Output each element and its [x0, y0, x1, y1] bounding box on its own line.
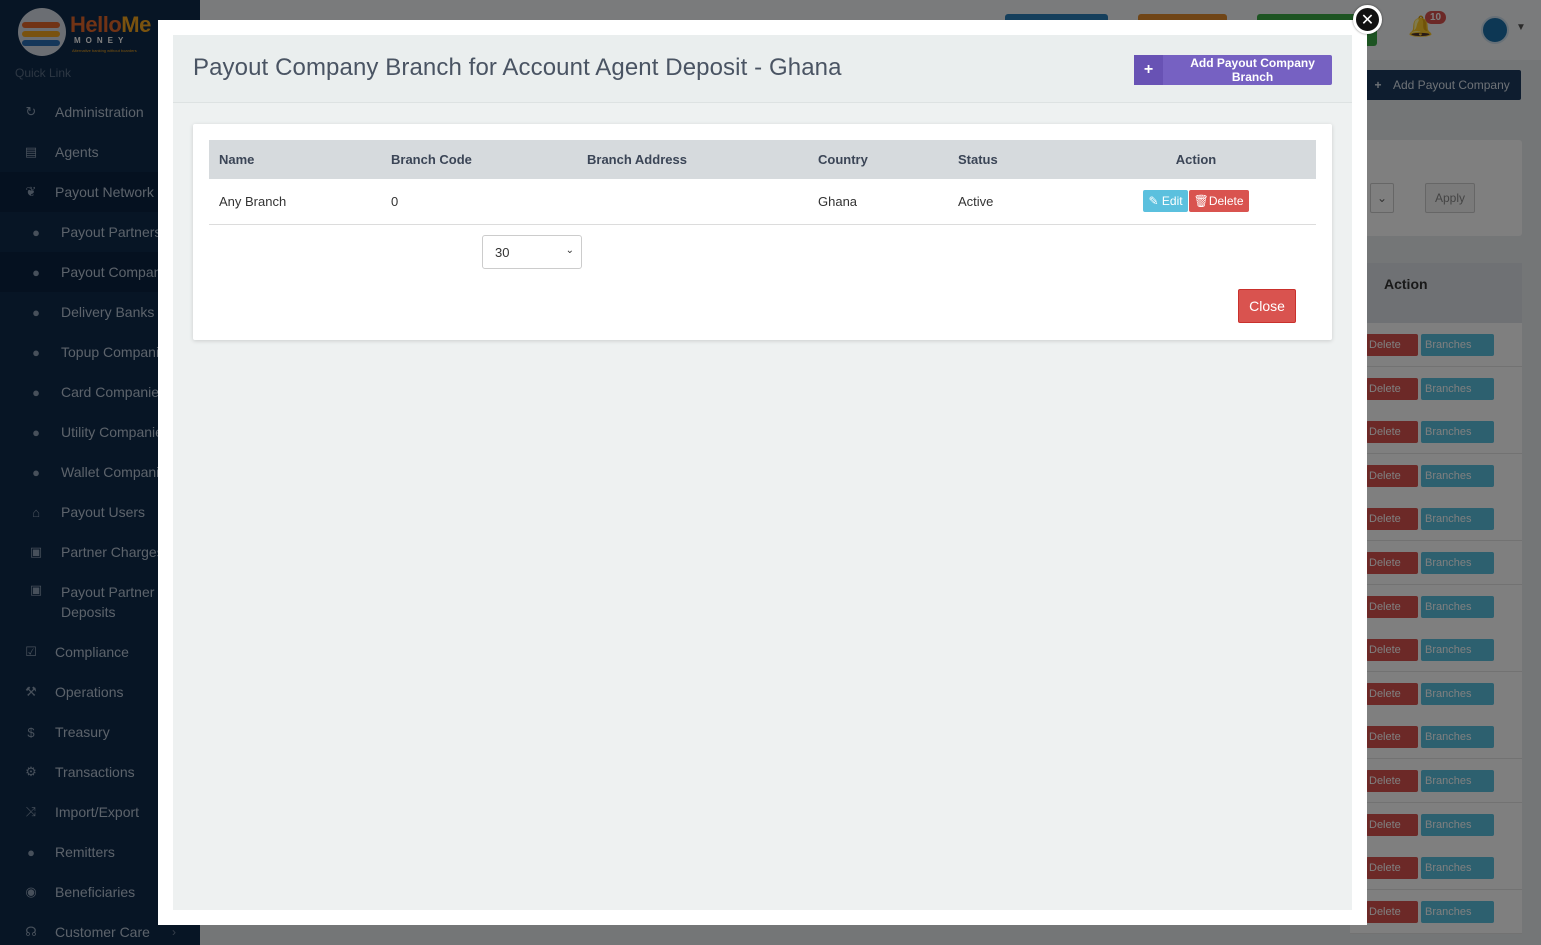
edit-button[interactable]: ✎ Edit	[1143, 190, 1188, 213]
branches-table: Name Branch Code Branch Address Country …	[209, 140, 1316, 225]
cell-country: Ghana	[808, 179, 948, 225]
close-button[interactable]: Close	[1238, 289, 1296, 323]
delete-button[interactable]: 🗑Delete	[1188, 190, 1249, 213]
branches-card: Name Branch Code Branch Address Country …	[193, 124, 1332, 340]
table-header-row: Name Branch Code Branch Address Country …	[209, 140, 1316, 179]
pencil-icon: ✎	[1148, 194, 1159, 209]
column-header-status: Status	[948, 140, 1076, 179]
chevron-down-icon: ⌄	[565, 245, 574, 256]
modal-body: Payout Company Branch for Account Agent …	[173, 35, 1352, 910]
modal-header: Payout Company Branch for Account Agent …	[173, 35, 1352, 103]
button-label: Delete	[1208, 194, 1244, 209]
column-header-branch-code: Branch Code	[381, 140, 577, 179]
column-header-branch-address: Branch Address	[577, 140, 808, 179]
modal-title: Payout Company Branch for Account Agent …	[193, 54, 842, 81]
trash-icon: 🗑	[1193, 194, 1209, 209]
cell-branch-address	[577, 179, 808, 225]
add-payout-company-branch-button[interactable]: + Add Payout Company Branch	[1134, 55, 1332, 85]
button-label: Edit	[1161, 194, 1183, 209]
branch-modal: Payout Company Branch for Account Agent …	[158, 20, 1367, 925]
table-row: Any Branch 0 Ghana Active ✎ Edit 🗑Delete	[209, 179, 1316, 225]
column-header-country: Country	[808, 140, 948, 179]
page-size-value: 30	[495, 244, 510, 260]
close-icon[interactable]: ✕	[1353, 5, 1382, 34]
column-header-action: Action	[1076, 140, 1316, 179]
button-label: Add Payout Company Branch	[1190, 56, 1315, 84]
cell-action: ✎ Edit 🗑Delete	[1076, 179, 1316, 225]
cell-branch-code: 0	[381, 179, 577, 225]
cell-name: Any Branch	[209, 179, 381, 225]
cell-status: Active	[948, 179, 1076, 225]
page-size-select[interactable]: 30 ⌄	[482, 235, 582, 269]
column-header-name: Name	[209, 140, 381, 179]
plus-icon: +	[1134, 55, 1164, 85]
